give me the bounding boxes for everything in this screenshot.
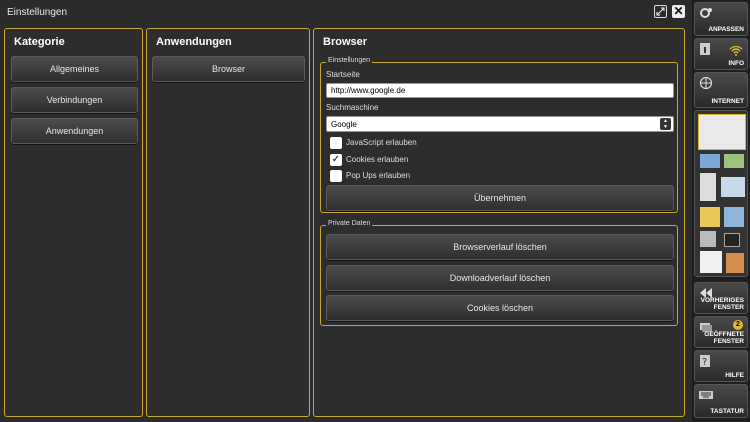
app-thumbnail[interactable] <box>700 231 716 247</box>
vorheriges-fenster-button[interactable]: VORHERIGES FENSTER <box>694 282 748 314</box>
tastatur-button[interactable]: TASTATUR <box>694 384 748 418</box>
open-windows-count-badge: 2 <box>733 320 743 330</box>
app-thumbnail[interactable] <box>700 251 722 273</box>
cookies-checkbox-row[interactable]: ✓ Cookies erlauben <box>330 153 408 166</box>
browserverlauf-loeschen-button[interactable]: Browserverlauf löschen <box>326 234 674 260</box>
app-thumbnail[interactable] <box>700 207 720 227</box>
cookies-label: Cookies erlauben <box>346 155 409 164</box>
suchmaschine-select[interactable]: Google ▲ ▼ <box>326 116 674 132</box>
app-thumbnail[interactable] <box>700 173 716 201</box>
vorheriges-fenster-label: VORHERIGES FENSTER <box>700 297 744 311</box>
javascript-checkbox[interactable] <box>330 136 342 149</box>
private-daten-group: Private Daten Browserverlauf löschen Dow… <box>320 220 678 326</box>
kategorie-item-verbindungen[interactable]: Verbindungen <box>11 87 138 113</box>
anwendungen-panel: Anwendungen Browser <box>146 28 310 417</box>
window-thumbnail[interactable] <box>698 114 746 150</box>
kategorie-title: Kategorie <box>14 36 65 48</box>
einstellungen-group: Einstellungen Startseite http://www.goog… <box>320 57 678 213</box>
private-daten-group-label: Private Daten <box>326 220 373 227</box>
suchmaschine-value: Google <box>331 120 357 129</box>
globe-icon <box>699 77 713 89</box>
window-title: Einstellungen <box>7 7 68 18</box>
geoeffnete-fenster-button[interactable]: 2 GEÖFFNETE FENSTER <box>694 316 748 348</box>
hilfe-button[interactable]: ? HILFE <box>694 350 748 382</box>
info-icon <box>700 43 710 55</box>
cookies-loeschen-button[interactable]: Cookies löschen <box>326 295 674 321</box>
wifi-icon <box>729 45 743 56</box>
browser-panel: Browser Einstellungen Startseite http://… <box>313 28 685 417</box>
browser-title: Browser <box>323 36 368 48</box>
anpassen-label: ANPASSEN <box>708 26 744 33</box>
app-thumbnail[interactable] <box>724 154 744 168</box>
geoeffnete-fenster-label: GEÖFFNETE FENSTER <box>704 331 744 345</box>
tastatur-label: TASTATUR <box>710 408 744 415</box>
anpassen-button[interactable]: ANPASSEN <box>694 2 748 36</box>
gear-icon <box>700 8 712 18</box>
suchmaschine-label: Suchmaschine <box>326 103 379 112</box>
kategorie-item-allgemeines[interactable]: Allgemeines <box>11 56 138 82</box>
popups-label: Pop Ups erlauben <box>346 171 411 180</box>
einstellungen-group-label: Einstellungen <box>326 57 373 64</box>
kategorie-item-anwendungen[interactable]: Anwendungen <box>11 118 138 144</box>
open-windows-thumbnails[interactable] <box>694 110 748 277</box>
close-icon[interactable]: ✕ <box>672 5 685 18</box>
app-thumbnail[interactable] <box>721 177 745 197</box>
popups-checkbox[interactable] <box>330 169 342 182</box>
anwendung-item-browser[interactable]: Browser <box>152 56 305 82</box>
kategorie-panel: Kategorie Allgemeines Verbindungen Anwen… <box>4 28 143 417</box>
help-icon: ? <box>700 355 710 367</box>
hilfe-label: HILFE <box>725 372 744 379</box>
cookies-checkbox[interactable]: ✓ <box>330 153 342 166</box>
startseite-label: Startseite <box>326 70 360 79</box>
title-bar: Einstellungen ✕ <box>0 0 690 26</box>
internet-button[interactable]: INTERNET <box>694 72 748 108</box>
uebernehmen-button[interactable]: Übernehmen <box>326 185 674 211</box>
info-button[interactable]: INFO <box>694 38 748 70</box>
app-thumbnail[interactable] <box>726 253 744 273</box>
app-thumbnail[interactable] <box>724 207 744 227</box>
right-sidebar: ANPASSEN INFO INTERNET VORHERIGES FENSTER… <box>692 0 750 422</box>
startseite-input[interactable]: http://www.google.de <box>326 83 674 98</box>
javascript-checkbox-row[interactable]: JavaScript erlauben <box>330 136 417 149</box>
info-label: INFO <box>728 60 744 67</box>
keyboard-icon <box>699 391 713 399</box>
downloadverlauf-loeschen-button[interactable]: Downloadverlauf löschen <box>326 265 674 291</box>
svg-text:?: ? <box>702 357 707 367</box>
internet-label: INTERNET <box>711 98 745 105</box>
app-thumbnail[interactable] <box>700 154 720 168</box>
select-arrows-icon: ▲ ▼ <box>660 118 671 130</box>
javascript-label: JavaScript erlauben <box>346 138 417 147</box>
app-thumbnail[interactable] <box>724 233 740 247</box>
expand-icon[interactable] <box>654 5 667 18</box>
popups-checkbox-row[interactable]: Pop Ups erlauben <box>330 169 410 182</box>
anwendungen-title: Anwendungen <box>156 36 232 48</box>
